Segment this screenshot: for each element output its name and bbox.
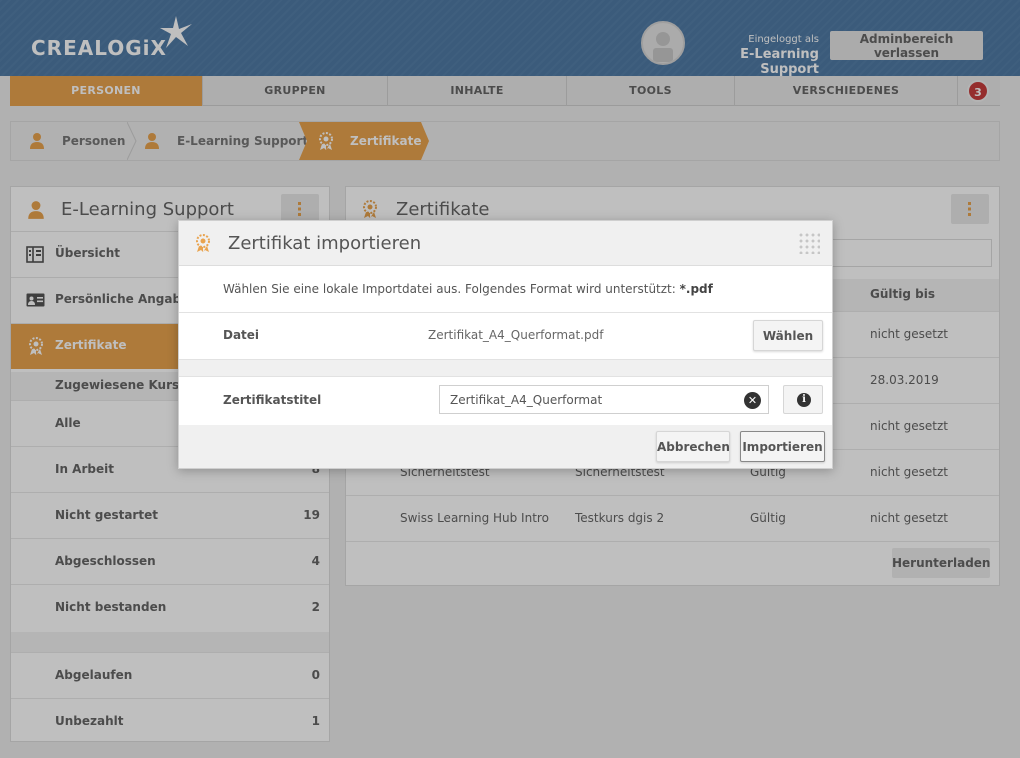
supported-format: *.pdf (679, 282, 713, 296)
file-value: Zertifikat_A4_Querformat.pdf (428, 328, 604, 342)
drag-handle-icon[interactable] (798, 232, 820, 254)
file-row: Datei Zertifikat_A4_Querformat.pdf Wähle… (179, 312, 832, 359)
certificate-title-input[interactable] (439, 385, 769, 414)
dialog-footer: Abbrechen Importieren (179, 425, 832, 468)
cancel-button[interactable]: Abbrechen (656, 431, 730, 462)
certificate-title-label: Zertifikatstitel (223, 393, 322, 407)
info-icon: i (797, 393, 811, 407)
dialog-header[interactable]: Zertifikat importieren (179, 221, 832, 266)
info-text: Wählen Sie eine lokale Importdatei aus. … (223, 282, 680, 296)
dialog-title: Zertifikat importieren (228, 233, 422, 254)
file-label: Datei (223, 328, 260, 342)
dialog-divider (179, 359, 832, 377)
import-button[interactable]: Importieren (740, 431, 825, 462)
choose-file-button[interactable]: Wählen (753, 320, 823, 351)
import-info-text: Wählen Sie eine lokale Importdatei aus. … (223, 282, 713, 296)
import-certificate-dialog: Zertifikat importieren Wählen Sie eine l… (178, 220, 833, 469)
info-button[interactable]: i (783, 385, 823, 414)
clear-input-icon[interactable]: ✕ (744, 392, 761, 409)
certificate-icon (196, 234, 210, 252)
